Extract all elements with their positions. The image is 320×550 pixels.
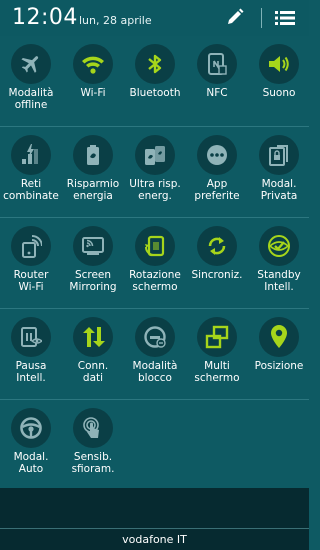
bluetooth-icon: [135, 44, 175, 84]
clock: 12:04: [12, 5, 78, 30]
quick-settings-row: Pausa Intell. Conn. dati Modalità blocco Mu…: [0, 309, 309, 400]
toggle-label: Router Wi-Fi: [13, 269, 49, 293]
toggle-label: Suono: [262, 87, 296, 99]
touch-sensitivity-icon: [73, 408, 113, 448]
toggle-label: Pausa Intell.: [15, 360, 47, 384]
carrier-label: vodafone IT: [0, 528, 309, 550]
wifi-icon: [73, 44, 113, 84]
quick-settings-grid: Modalità offline Wi-Fi Bluetooth NFC Suono Re…: [0, 36, 309, 491]
toggle-location[interactable]: Posizione: [248, 309, 310, 400]
toggle-ultra-power-saving[interactable]: Ultra risp. energ.: [124, 127, 186, 218]
toggle-screen-rotation[interactable]: Rotazione schermo: [124, 218, 186, 309]
toggle-label: Sensib. sfioram.: [71, 451, 115, 475]
toggle-label: Risparmio energia: [66, 178, 120, 202]
toggle-label: Conn. dati: [77, 360, 109, 384]
edit-pencil-icon[interactable]: [222, 4, 248, 30]
nfc-icon: [197, 44, 237, 84]
combined-networks-icon: [11, 135, 51, 175]
smart-pause-icon: [11, 317, 51, 357]
toggle-mobile-data[interactable]: Conn. dati: [62, 309, 124, 400]
divider: [261, 8, 262, 28]
quick-settings-row: Router Wi-Fi Screen Mirroring Rotazione sc…: [0, 218, 309, 309]
blocking-mode-icon: [135, 317, 175, 357]
toggle-label: Standby Intell.: [257, 269, 301, 293]
ultra-power-saving-icon: [135, 135, 175, 175]
toggle-sync[interactable]: Sincroniz.: [186, 218, 248, 309]
mobile-data-icon: [73, 317, 113, 357]
sync-icon: [197, 226, 237, 266]
toggle-touch-sensitivity[interactable]: Sensib. sfioram.: [62, 400, 124, 491]
wifi-router-icon: [11, 226, 51, 266]
location-icon: [259, 317, 299, 357]
toggle-screen-mirroring[interactable]: Screen Mirroring: [62, 218, 124, 309]
toggle-smart-pause[interactable]: Pausa Intell.: [0, 309, 62, 400]
toggle-car-mode[interactable]: Modal. Auto: [0, 400, 62, 491]
toggle-wifi-router[interactable]: Router Wi-Fi: [0, 218, 62, 309]
toggle-label: Posizione: [254, 360, 304, 372]
toggle-power-saving[interactable]: Risparmio energia: [62, 127, 124, 218]
toggle-label: Rotazione schermo: [129, 269, 181, 293]
quick-settings-row: Reti combinate Risparmio energia Ultra ris…: [0, 127, 309, 218]
sound-icon: [259, 44, 299, 84]
toggle-label: Modalità blocco: [132, 360, 178, 384]
toggle-private-mode[interactable]: Modal. Privata: [248, 127, 310, 218]
quick-settings-row: Modal. Auto Sensib. sfioram.: [0, 400, 309, 491]
toggle-label: Ultra risp. energ.: [129, 178, 181, 202]
toggle-multi-window[interactable]: Multi schermo: [186, 309, 248, 400]
toggle-label: App preferite: [194, 178, 240, 202]
toggle-label: Reti combinate: [3, 178, 59, 202]
toggle-nfc[interactable]: NFC: [186, 36, 248, 127]
toggle-smart-stay[interactable]: Standby Intell.: [248, 218, 310, 309]
toggle-label: Bluetooth: [129, 87, 181, 99]
notification-area: [0, 488, 309, 528]
toggle-label: Modalità offline: [8, 87, 54, 111]
screen-mirroring-icon: [73, 226, 113, 266]
toggle-blocking-mode[interactable]: Modalità blocco: [124, 309, 186, 400]
toggle-bluetooth[interactable]: Bluetooth: [124, 36, 186, 127]
toggle-label: NFC: [206, 87, 228, 99]
toggle-favorite-apps[interactable]: App preferite: [186, 127, 248, 218]
toggle-airplane[interactable]: Modalità offline: [0, 36, 62, 127]
toggle-label: Screen Mirroring: [69, 269, 117, 293]
toggle-label: Modal. Auto: [13, 451, 49, 475]
toggle-wifi[interactable]: Wi-Fi: [62, 36, 124, 127]
car-mode-icon: [11, 408, 51, 448]
quick-settings-row: Modalità offline Wi-Fi Bluetooth NFC Suono: [0, 36, 309, 127]
toggle-combined-networks[interactable]: Reti combinate: [0, 127, 62, 218]
favorite-apps-icon: [197, 135, 237, 175]
toggle-label: Multi schermo: [194, 360, 240, 384]
power-saving-icon: [73, 135, 113, 175]
status-bar: 12:04 lun, 28 aprile: [0, 0, 309, 36]
toggle-label: Wi-Fi: [80, 87, 106, 99]
toggle-label: Sincroniz.: [191, 269, 243, 281]
toggle-label: Modal. Privata: [260, 178, 298, 202]
multi-window-icon: [197, 317, 237, 357]
toggle-sound[interactable]: Suono: [248, 36, 310, 127]
list-view-icon[interactable]: [272, 5, 298, 31]
airplane-icon: [11, 44, 51, 84]
screen-rotation-icon: [135, 226, 175, 266]
private-mode-icon: [259, 135, 299, 175]
smart-stay-icon: [259, 226, 299, 266]
date-label: lun, 28 aprile: [79, 14, 152, 27]
